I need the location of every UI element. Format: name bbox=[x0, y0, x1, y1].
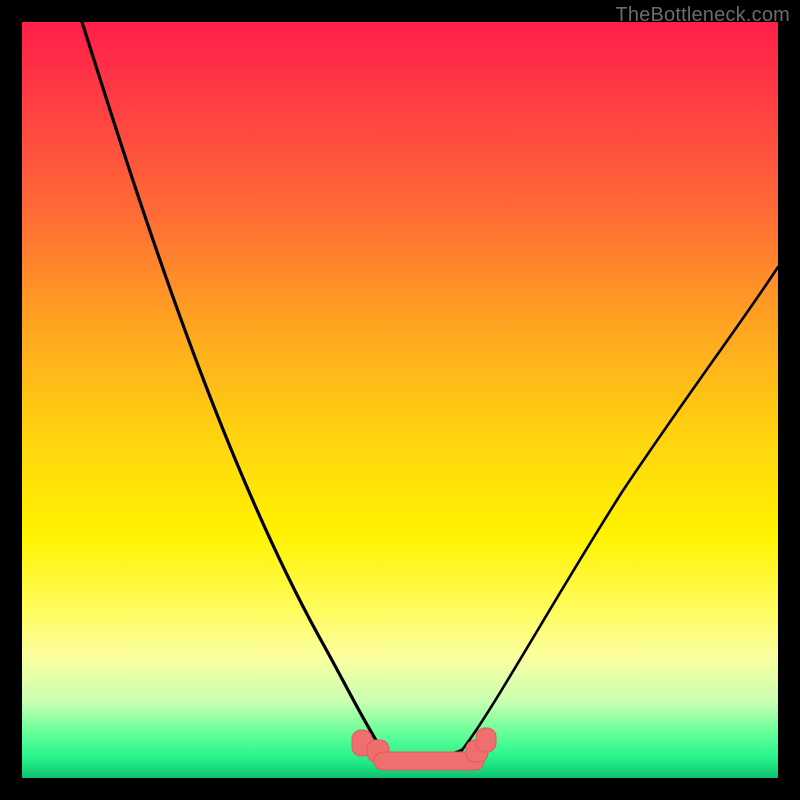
chart-svg bbox=[22, 22, 778, 778]
chart-plot-area bbox=[22, 22, 778, 778]
right-curve-path bbox=[462, 267, 778, 750]
curve-paths bbox=[82, 22, 778, 759]
chart-frame: TheBottleneck.com bbox=[0, 0, 800, 800]
watermark-text: TheBottleneck.com bbox=[615, 4, 790, 27]
left-curve-path bbox=[82, 22, 382, 750]
